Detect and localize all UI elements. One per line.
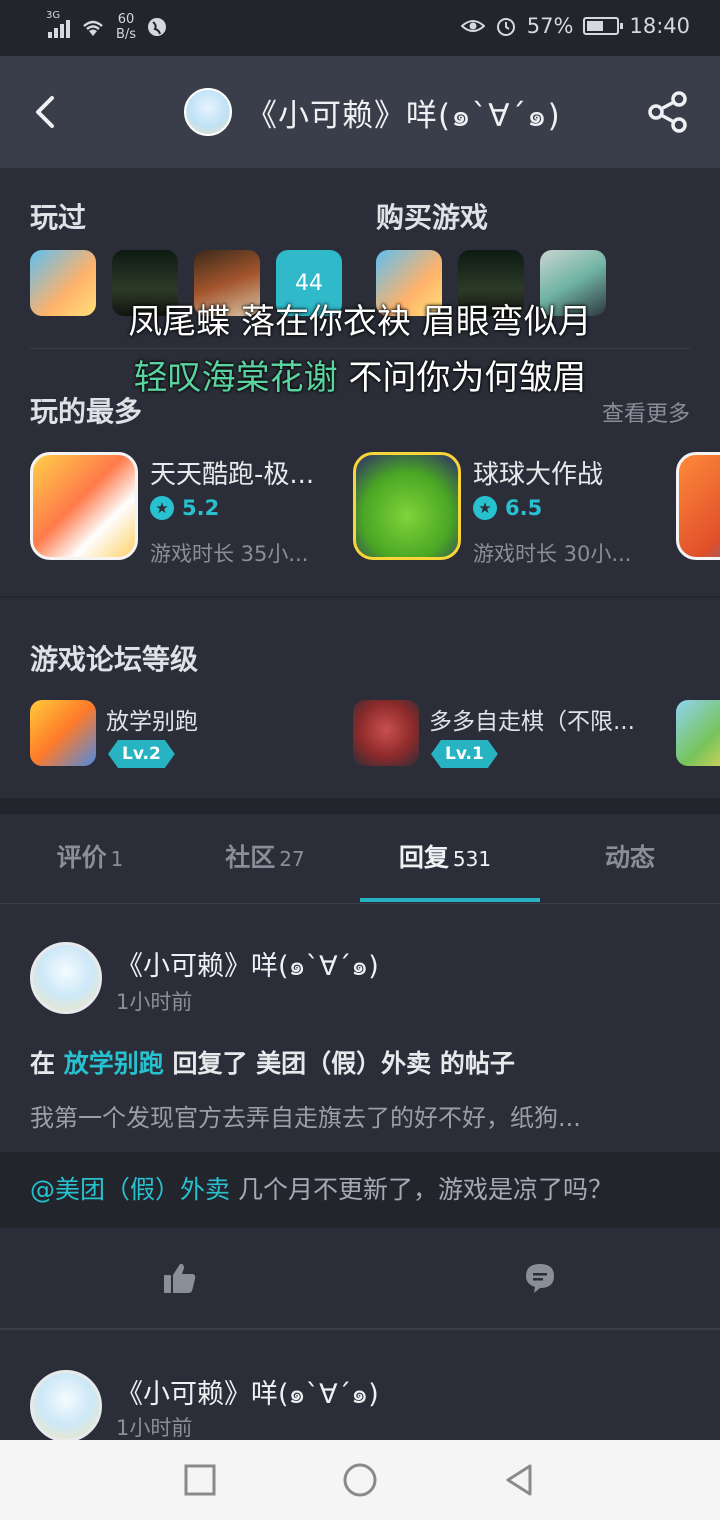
- mention-link[interactable]: @美团（假）外卖: [30, 1175, 230, 1204]
- signal-icon: 3G: [46, 10, 70, 38]
- header-avatar[interactable]: [184, 88, 232, 136]
- app-screen: 3G 60 B/s 57% 18:40 《小可赖》咩(๑`∀´๑) 玩过 购买游…: [0, 0, 720, 1520]
- title-prefix: 在: [30, 1049, 64, 1078]
- share-icon[interactable]: [646, 90, 690, 134]
- net-speed: 60 B/s: [116, 12, 136, 42]
- comment-button[interactable]: [510, 1248, 570, 1308]
- game-icon: [30, 452, 138, 560]
- tab-replies[interactable]: 回复 531: [355, 814, 535, 904]
- forum-level-item[interactable]: 多多自走棋（不限... Lv.1: [353, 700, 673, 770]
- clock: 18:40: [629, 14, 690, 38]
- avatar[interactable]: [30, 942, 102, 1014]
- game-playtime: 游戏时长 30小...: [473, 542, 632, 566]
- forum-game-icon: [30, 700, 96, 766]
- section-divider: [0, 798, 720, 814]
- post-time: 1小时前: [116, 1416, 193, 1440]
- system-navbar: [0, 1440, 720, 1520]
- forum-game-icon[interactable]: [676, 700, 720, 766]
- page-title: 《小可赖》咩(๑`∀´๑): [246, 98, 561, 134]
- quote-text: 几个月不更新了，游戏是凉了吗？: [230, 1175, 613, 1204]
- rating-value: 5.2: [182, 496, 220, 520]
- post-body[interactable]: 我第一个发现官方去弄自走旗去了的好不好，纸狗...: [30, 1098, 581, 1133]
- lyric-line-1: 凤尾蝶 落在你衣袂 眉眼弯似月: [128, 302, 592, 342]
- thumbs-up-icon: [164, 1263, 196, 1293]
- tab-activity[interactable]: 动态: [540, 814, 720, 904]
- quoted-post[interactable]: @美团（假）外卖 几个月不更新了，游戏是凉了吗？: [0, 1152, 720, 1228]
- profile-header: 《小可赖》咩(๑`∀´๑): [0, 56, 720, 168]
- net-speed-value: 60: [117, 12, 135, 27]
- played-section: 玩过 购买游戏 44 凤尾蝶 落在你衣袂 眉眼弯似月 轻叹海棠花谢 不问你为何皱…: [0, 168, 720, 598]
- like-button[interactable]: [150, 1248, 210, 1308]
- back-nav-icon[interactable]: [500, 1460, 540, 1500]
- forum-game-name: 放学别跑: [106, 709, 198, 735]
- eye-icon: [460, 20, 485, 32]
- star-icon: ★: [473, 496, 497, 520]
- forum-link[interactable]: 放学别跑: [64, 1049, 164, 1078]
- home-icon[interactable]: [340, 1460, 380, 1500]
- section-divider: [0, 596, 720, 598]
- battery-percent: 57%: [526, 14, 574, 38]
- tab-label: 评价: [56, 843, 107, 872]
- post-username[interactable]: 《小可赖》咩(๑`∀´๑): [116, 944, 379, 987]
- star-icon: ★: [150, 496, 174, 520]
- battery-icon: [583, 17, 624, 35]
- alarm-icon: [496, 18, 515, 36]
- game-rating: ★ 6.5: [473, 496, 542, 520]
- tab-label: 回复: [398, 843, 449, 872]
- tab-label: 动态: [604, 843, 655, 872]
- divider: [30, 348, 690, 349]
- rating-value: 6.5: [505, 496, 543, 520]
- game-name: 球球大作战: [473, 460, 604, 490]
- tab-count: 531: [452, 847, 492, 871]
- tab-reviews[interactable]: 评价 1: [0, 814, 180, 904]
- avatar[interactable]: [30, 1370, 102, 1442]
- network-type: 3G: [46, 10, 61, 21]
- status-bar: 3G 60 B/s 57% 18:40: [0, 0, 720, 56]
- most-played-game-card[interactable]: 球球大作战 ★ 6.5 游戏时长 30小...: [353, 452, 673, 572]
- tab-count: 27: [279, 847, 305, 871]
- view-more-link[interactable]: 查看更多: [602, 396, 690, 428]
- forum-level-item[interactable]: 放学别跑 Lv.2: [30, 700, 330, 770]
- active-tab-indicator: [360, 898, 540, 902]
- net-speed-unit: B/s: [116, 27, 137, 42]
- title-rest: 回复了 美团（假）外卖 的帖子: [163, 1049, 515, 1078]
- most-played-label: 玩的最多: [30, 395, 143, 428]
- forum-game-name: 多多自走棋（不限...: [429, 709, 635, 735]
- wifi-icon: [83, 20, 103, 36]
- tab-count: 1: [110, 847, 124, 871]
- forum-level-label: 游戏论坛等级: [30, 643, 199, 676]
- post-time: 1小时前: [116, 990, 193, 1014]
- game-name: 天天酷跑-极...: [150, 460, 315, 490]
- profile-tabs: 评价 1 社区 27 回复 531 动态: [0, 814, 720, 904]
- played-label: 玩过: [30, 201, 87, 234]
- game-icon[interactable]: [676, 452, 720, 560]
- tab-community[interactable]: 社区 27: [175, 814, 355, 904]
- lyric-rest: 不问你为何皱眉: [348, 358, 587, 398]
- globe-icon: [148, 18, 167, 36]
- recent-apps-icon[interactable]: [180, 1460, 220, 1500]
- lyric-highlight: 轻叹海棠花谢: [133, 358, 349, 398]
- most-played-game-card[interactable]: 天天酷跑-极... ★ 5.2 游戏时长 35小...: [30, 452, 350, 572]
- game-icon: [353, 452, 461, 560]
- level-badge: Lv.2: [108, 740, 175, 768]
- feed-divider: [0, 1328, 720, 1330]
- bought-label: 购买游戏: [376, 201, 489, 234]
- forum-game-icon: [353, 700, 419, 766]
- game-playtime: 游戏时长 35小...: [150, 542, 309, 566]
- back-icon[interactable]: [26, 90, 66, 134]
- post-title: 在 放学别跑 回复了 美团（假）外卖 的帖子: [30, 1044, 515, 1080]
- game-rating: ★ 5.2: [150, 496, 219, 520]
- post-username[interactable]: 《小可赖》咩(๑`∀´๑): [116, 1372, 379, 1415]
- tab-label: 社区: [225, 843, 276, 872]
- level-badge: Lv.1: [431, 740, 498, 768]
- comment-icon: [526, 1264, 554, 1293]
